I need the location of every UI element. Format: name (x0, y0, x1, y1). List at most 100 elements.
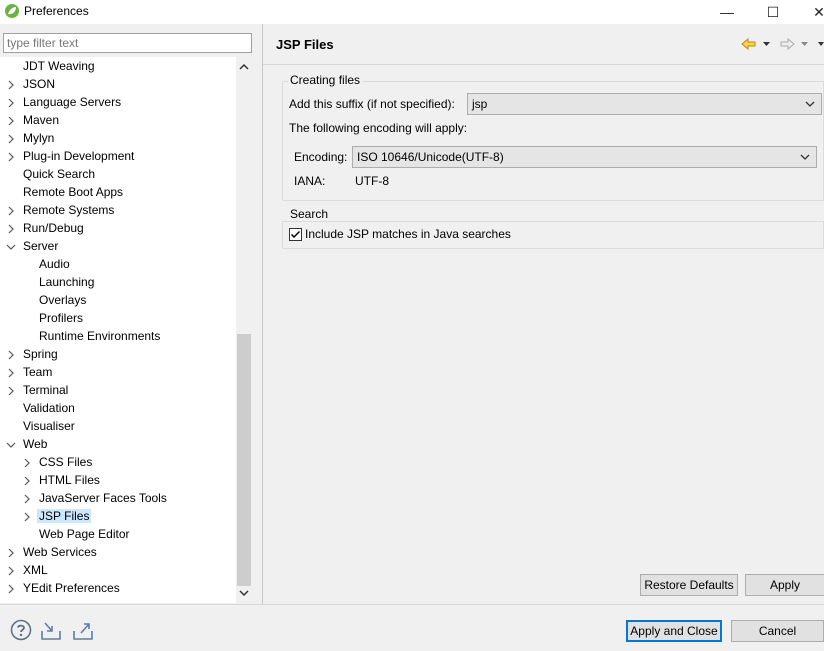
tree-item-label: Terminal (23, 383, 69, 397)
tree-item[interactable]: XML (0, 562, 236, 580)
tree-item-label: Launching (39, 275, 95, 289)
tree-item[interactable]: Quick Search (0, 166, 236, 184)
forward-menu-chevron-icon[interactable] (801, 42, 808, 46)
tree-item[interactable]: Terminal (0, 382, 236, 400)
tree-item[interactable]: CSS Files (0, 454, 236, 472)
tree-item[interactable]: Validation (0, 400, 236, 418)
tree-item[interactable]: Remote Boot Apps (0, 184, 236, 202)
export-icon[interactable] (72, 619, 94, 641)
chevron-right-icon[interactable] (6, 584, 16, 594)
scroll-up-icon[interactable] (239, 62, 249, 72)
tree-item[interactable]: Spring (0, 346, 236, 364)
chevron-right-icon[interactable] (6, 224, 16, 234)
filter-input[interactable] (3, 33, 252, 53)
chevron-right-icon[interactable] (22, 494, 32, 504)
chevron-right-icon[interactable] (22, 512, 32, 522)
help-icon[interactable] (10, 619, 32, 641)
cancel-button[interactable]: Cancel (731, 620, 824, 642)
tree-item-label: JDT Weaving (23, 59, 95, 73)
tree-item-label: Plug-in Development (23, 149, 135, 163)
chevron-right-icon[interactable] (6, 368, 16, 378)
apply-and-close-button[interactable]: Apply and Close (626, 620, 722, 642)
close-button[interactable]: ✕ (796, 0, 824, 24)
tree-item-label: YEdit Preferences (23, 581, 120, 595)
tree-item[interactable]: JavaServer Faces Tools (0, 490, 236, 508)
search-title: Search (288, 207, 331, 221)
tree-item[interactable]: Team (0, 364, 236, 382)
tree-item[interactable]: Profilers (0, 310, 236, 328)
tree-item[interactable]: Launching (0, 274, 236, 292)
forward-arrow-icon[interactable] (780, 37, 795, 51)
tree-item-label: Server (23, 239, 59, 253)
maximize-button[interactable]: ☐ (750, 0, 796, 24)
tree-item[interactable]: JSON (0, 76, 236, 94)
tree-item[interactable]: Mylyn (0, 130, 236, 148)
chevron-right-icon[interactable] (6, 152, 16, 162)
suffix-value: jsp (472, 97, 488, 111)
tree-scrollbar[interactable] (236, 57, 252, 603)
chevron-right-icon[interactable] (6, 80, 16, 90)
chevron-right-icon[interactable] (6, 566, 16, 576)
tree-item-label: Web Services (23, 545, 97, 559)
tree-item-label: JSP Files (37, 509, 92, 523)
chevron-right-icon[interactable] (6, 206, 16, 216)
tree-item[interactable]: JSP Files (0, 508, 236, 526)
dialog-footer: Apply and Close Cancel (0, 604, 824, 651)
tree-item[interactable]: Web Services (0, 544, 236, 562)
tree-item[interactable]: JDT Weaving (0, 58, 236, 76)
tree-item-label: Audio (39, 257, 70, 271)
chevron-down-icon[interactable] (6, 242, 16, 252)
suffix-combo[interactable]: jsp (467, 93, 822, 115)
encoding-value: ISO 10646/Unicode(UTF-8) (357, 150, 504, 164)
tree-item[interactable]: Audio (0, 256, 236, 274)
tree-item[interactable]: Visualiser (0, 418, 236, 436)
chevron-down-icon (805, 101, 815, 107)
tree-item[interactable]: Plug-in Development (0, 148, 236, 166)
page-title: JSP Files (276, 37, 334, 52)
back-arrow-icon[interactable] (741, 37, 756, 51)
minimize-button[interactable]: — (704, 0, 750, 24)
tree-item[interactable]: Remote Systems (0, 202, 236, 220)
creating-files-title: Creating files (288, 73, 363, 87)
tree-item[interactable]: Web (0, 436, 236, 454)
include-jsp-checkbox[interactable] (289, 228, 302, 241)
tree-item-label: HTML Files (39, 473, 100, 487)
apply-button[interactable]: Apply (745, 574, 824, 596)
chevron-right-icon[interactable] (6, 116, 16, 126)
tree-item[interactable]: Server (0, 238, 236, 256)
tree-item[interactable]: HTML Files (0, 472, 236, 490)
back-menu-chevron-icon[interactable] (763, 42, 770, 46)
encoding-combo[interactable]: ISO 10646/Unicode(UTF-8) (352, 146, 817, 168)
chevron-right-icon[interactable] (6, 548, 16, 558)
tree-item-label: Runtime Environments (39, 329, 161, 343)
chevron-right-icon[interactable] (6, 134, 16, 144)
chevron-right-icon[interactable] (22, 458, 32, 468)
tree-item[interactable]: YEdit Preferences (0, 580, 236, 598)
chevron-right-icon[interactable] (6, 350, 16, 360)
tree-item-label: Validation (23, 401, 75, 415)
tree-item[interactable]: Run/Debug (0, 220, 236, 238)
tree-item[interactable]: Web Page Editor (0, 526, 236, 544)
window-title: Preferences (24, 4, 89, 18)
suffix-label: Add this suffix (if not specified): (289, 97, 455, 111)
tree-item[interactable]: Runtime Environments (0, 328, 236, 346)
tree-item-label: Visualiser (23, 419, 75, 433)
view-menu-icon[interactable] (818, 42, 824, 46)
tree-item-label: Web Page Editor (39, 527, 130, 541)
tree-item-label: Remote Boot Apps (23, 185, 124, 199)
tree-item[interactable]: Overlays (0, 292, 236, 310)
tree-item[interactable]: Maven (0, 112, 236, 130)
import-icon[interactable] (40, 619, 62, 641)
restore-defaults-button[interactable]: Restore Defaults (640, 574, 738, 596)
tree-item-label: JSON (23, 77, 56, 91)
preference-page: JSP Files Creating files Add this suffix… (263, 24, 824, 604)
preference-tree: JDT Weaving JSON Language Servers Maven Myly… (0, 57, 236, 603)
scrollbar-thumb[interactable] (237, 334, 251, 586)
chevron-right-icon[interactable] (22, 476, 32, 486)
chevron-right-icon[interactable] (6, 386, 16, 396)
encoding-label: Encoding: (294, 150, 348, 164)
chevron-right-icon[interactable] (6, 98, 16, 108)
tree-item[interactable]: Language Servers (0, 94, 236, 112)
chevron-down-icon[interactable] (6, 440, 16, 450)
scroll-down-icon[interactable] (239, 588, 249, 598)
